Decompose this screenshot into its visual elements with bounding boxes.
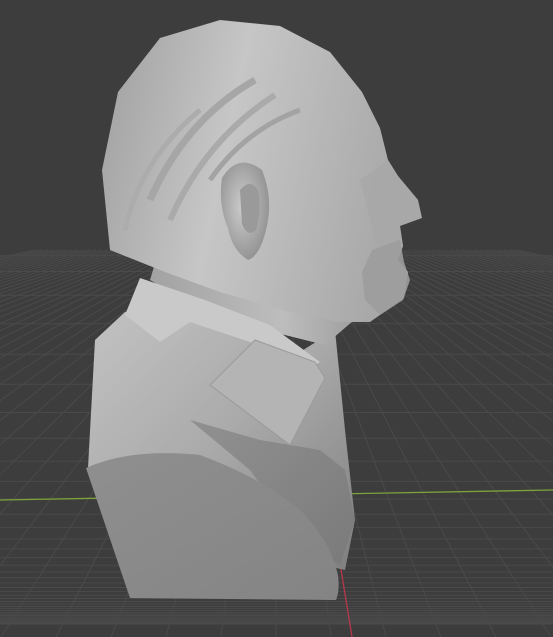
grid-line	[497, 249, 553, 263]
bust-model[interactable]	[86, 20, 422, 600]
grid-line	[0, 249, 85, 272]
ear-inner	[240, 184, 260, 233]
3d-viewport[interactable]	[0, 0, 553, 637]
grid-line	[407, 249, 553, 303]
grid-line	[437, 249, 553, 285]
grid-line	[389, 249, 553, 319]
grid-line	[443, 249, 553, 282]
grid-line	[0, 249, 37, 258]
grid-line	[467, 249, 553, 272]
grid-line	[473, 249, 553, 270]
grid-line	[0, 249, 79, 270]
grid-line	[419, 249, 553, 295]
grid-line	[0, 249, 103, 279]
grid-line	[377, 249, 553, 332]
grid-line	[449, 249, 553, 279]
grid-line	[455, 249, 553, 277]
grid-line	[413, 249, 553, 299]
grid-line	[0, 249, 49, 261]
viewport-scene[interactable]	[0, 0, 553, 637]
grid-line	[515, 249, 553, 258]
